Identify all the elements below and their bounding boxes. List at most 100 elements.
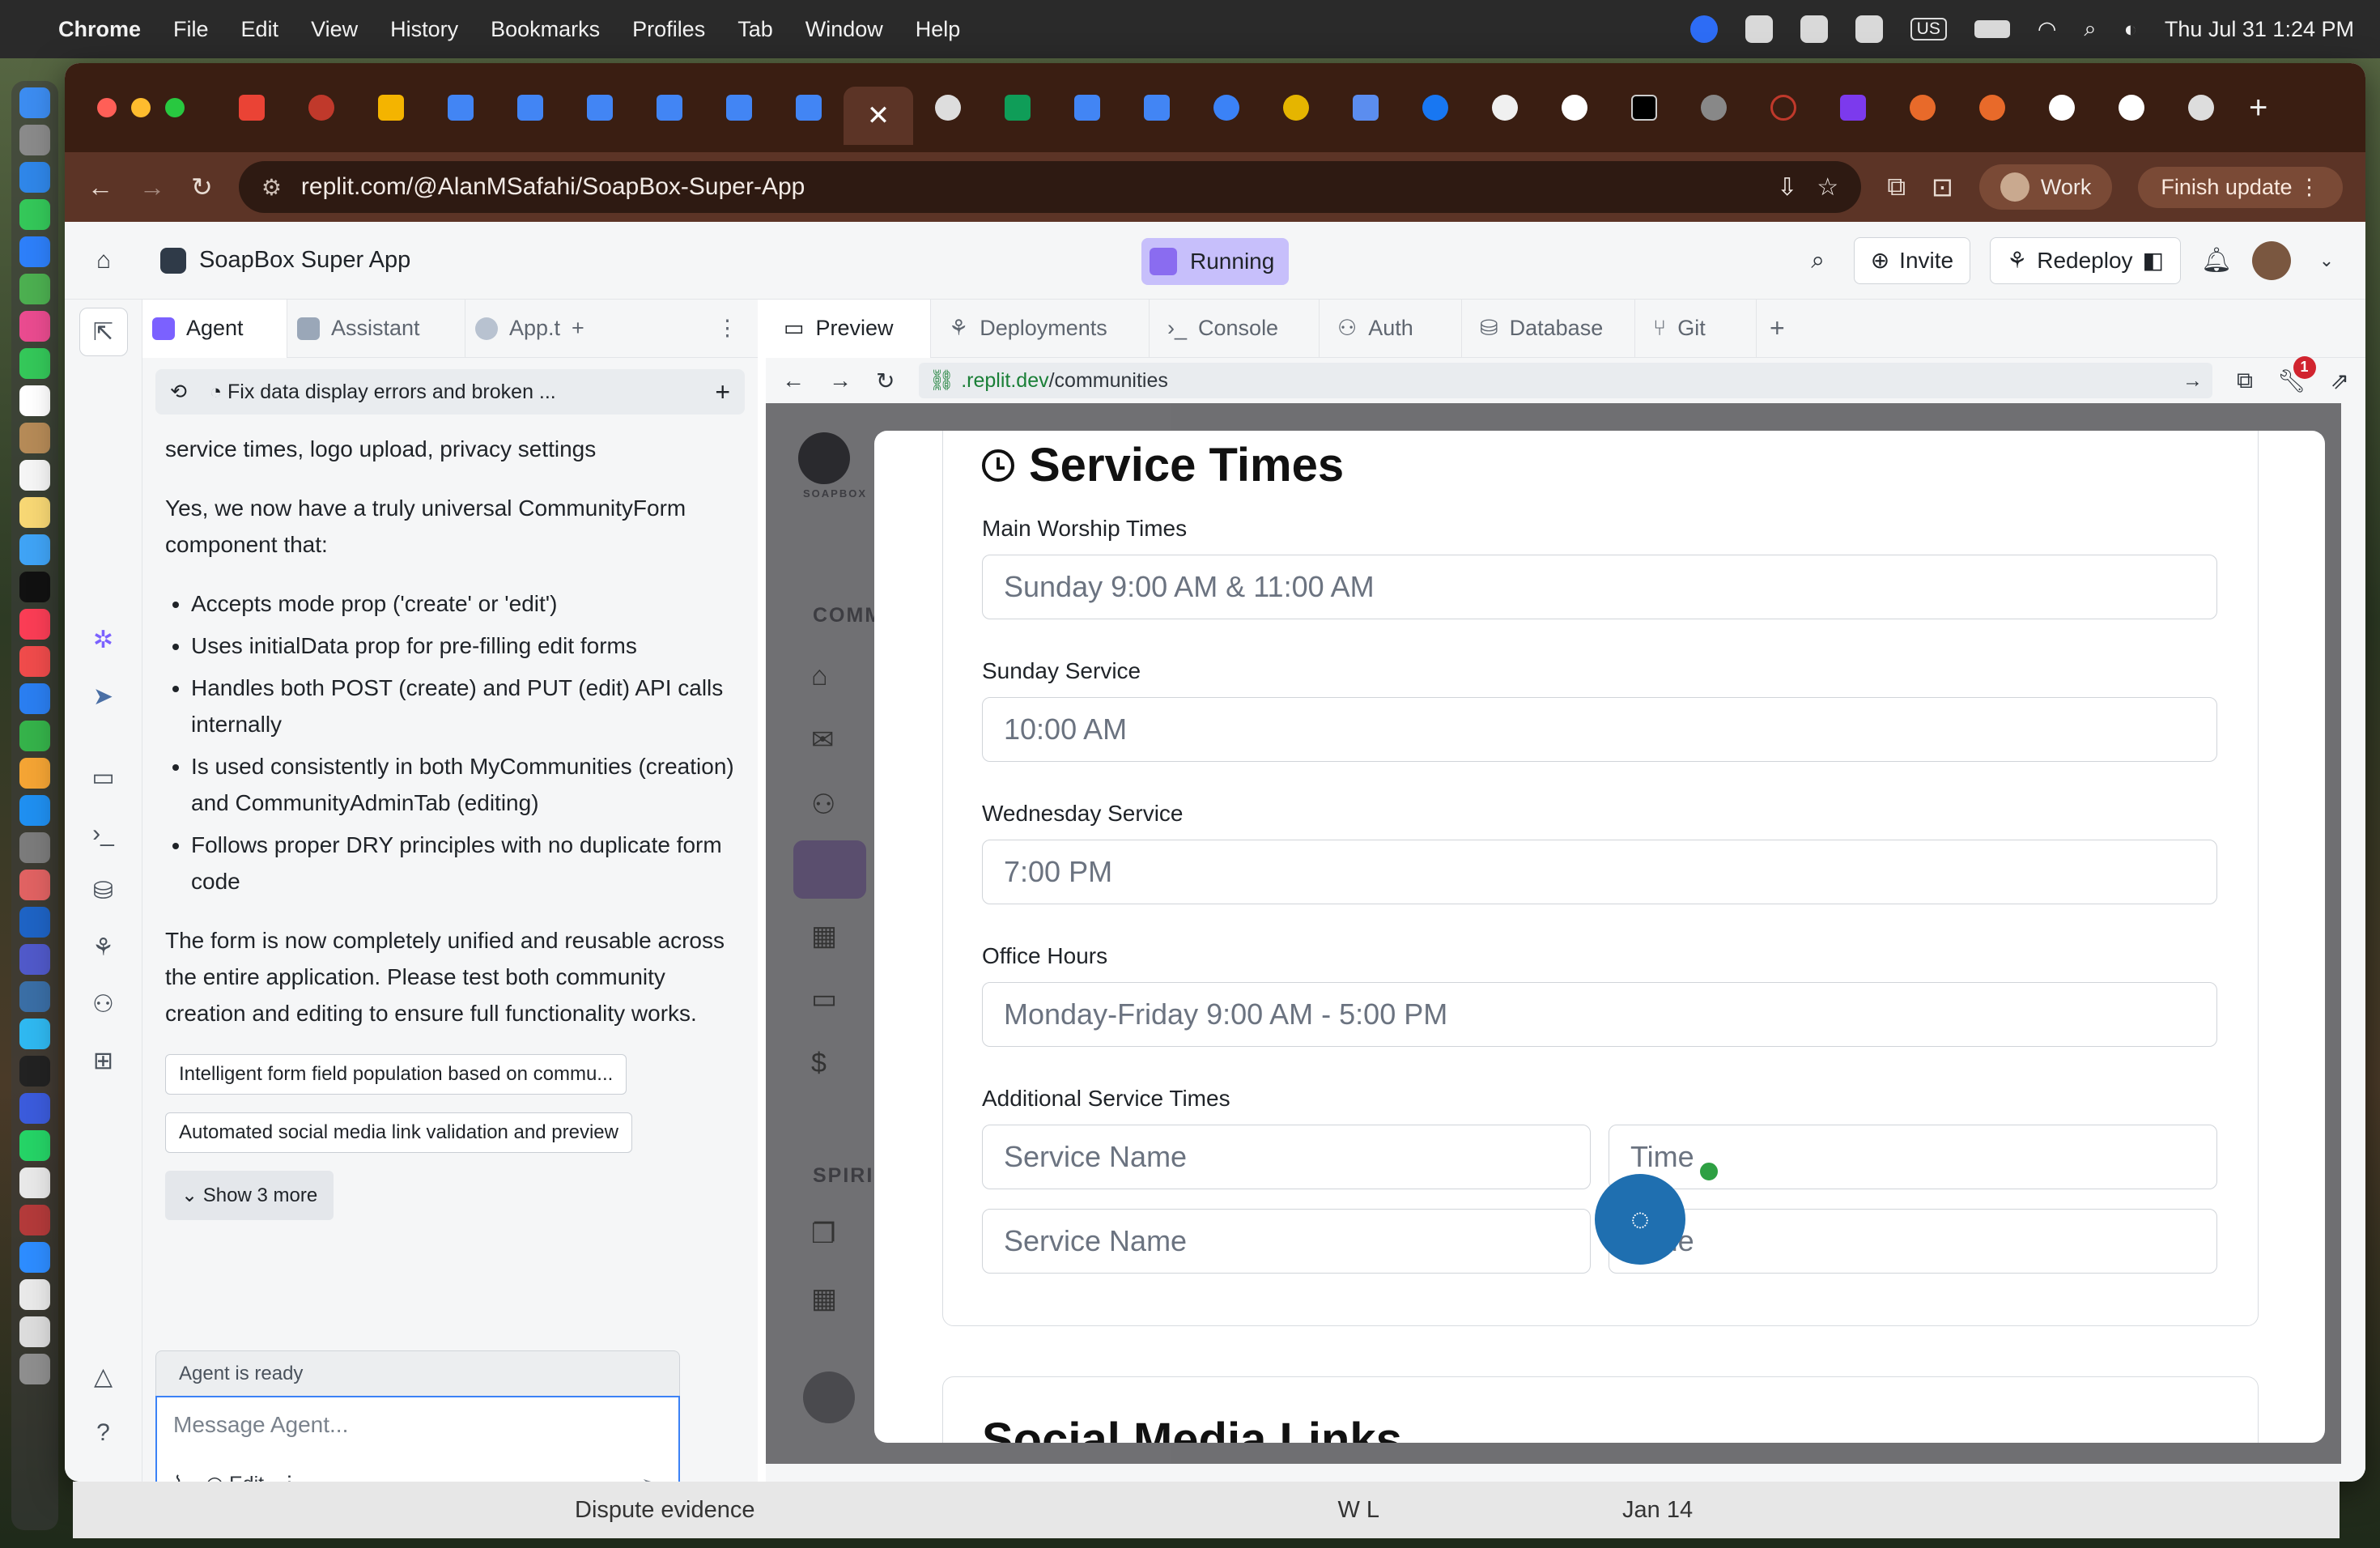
tab-console[interactable]: ›_ Console: [1150, 299, 1320, 358]
tab-search-icon[interactable]: ⊡: [1932, 172, 1953, 202]
tab-drive[interactable]: [356, 82, 426, 134]
chrome-dock-icon[interactable]: [19, 1167, 50, 1198]
tab-gmail[interactable]: [217, 82, 287, 134]
tab-c[interactable]: [1192, 82, 1261, 134]
zoom-window-button[interactable]: [165, 98, 185, 117]
service-name-input[interactable]: Service Name: [982, 1125, 1591, 1189]
close-tab-icon[interactable]: ✕: [867, 100, 890, 132]
menu-window[interactable]: Window: [805, 17, 883, 42]
tab-app-file[interactable]: App.t +: [465, 299, 618, 358]
tab-doc-4[interactable]: [635, 82, 704, 134]
tab-agent[interactable]: Agent: [142, 299, 287, 358]
message-input[interactable]: Message Agent... ⌇ ◎ Edit ⫶ ➢: [155, 1396, 680, 1482]
safari-icon[interactable]: [19, 162, 50, 193]
site-info-icon[interactable]: ⚙: [261, 174, 282, 201]
settings-sliders-icon[interactable]: ⫶: [287, 1473, 291, 1482]
add-tab-icon[interactable]: +: [572, 316, 584, 341]
preview-back-icon[interactable]: ←: [782, 368, 805, 393]
open-new-tab-icon[interactable]: ⇗: [2331, 368, 2349, 394]
calendar-icon[interactable]: [19, 385, 50, 416]
tab-d[interactable]: [1261, 82, 1331, 134]
edit-mode-button[interactable]: ◎ Edit: [206, 1472, 264, 1482]
contacts-icon[interactable]: [19, 423, 50, 453]
search-icon[interactable]: ⌕: [1802, 245, 1834, 277]
profile-chip[interactable]: Work: [1978, 164, 2113, 210]
address-bar[interactable]: ⚙ replit.com/@AlanMSafahi/SoapBox-Super-…: [238, 161, 1862, 213]
tab-doc-6[interactable]: [774, 82, 844, 134]
menu-edit[interactable]: Edit: [241, 17, 279, 42]
menu-view[interactable]: View: [311, 17, 358, 42]
control-center-icon[interactable]: ◐: [2124, 17, 2137, 42]
tab-google-2[interactable]: [2027, 82, 2097, 134]
chat-support-button[interactable]: ◌: [1595, 1174, 1685, 1265]
menu-bookmarks[interactable]: Bookmarks: [491, 17, 600, 42]
wednesday-service-input[interactable]: 7:00 PM: [982, 840, 2217, 904]
battery-icon[interactable]: [1974, 20, 2010, 38]
menu-history[interactable]: History: [390, 17, 458, 42]
history-icon[interactable]: ⟲: [170, 380, 187, 404]
tab-doc-5[interactable]: [704, 82, 774, 134]
launchpad-icon[interactable]: [19, 125, 50, 155]
pages-icon[interactable]: [19, 758, 50, 789]
zoom-dock-icon[interactable]: [19, 1242, 50, 1273]
wifi-icon[interactable]: ◠: [2038, 17, 2057, 42]
show-more-button[interactable]: ⌄ Show 3 more: [165, 1171, 334, 1220]
go-arrow-icon[interactable]: →: [2182, 369, 2203, 393]
extensions-icon[interactable]: ⧉: [1887, 172, 1906, 202]
tab-openai[interactable]: [913, 82, 983, 134]
tab-github[interactable]: [1470, 82, 1540, 134]
menu-app-name[interactable]: Chrome: [58, 17, 141, 42]
menu-help[interactable]: Help: [916, 17, 961, 42]
add-pane-icon[interactable]: +: [1770, 313, 1785, 343]
tab-doc-3[interactable]: [565, 82, 635, 134]
invite-button[interactable]: ⊕ Invite: [1853, 236, 1971, 284]
finish-update-button[interactable]: Finish update ⋮: [2138, 166, 2343, 208]
tab-b[interactable]: [287, 82, 356, 134]
database-rail-icon[interactable]: ⛁: [79, 866, 128, 915]
service-time-input[interactable]: Time: [1609, 1209, 2217, 1274]
devtools-icon[interactable]: 🔧︎ 1: [2277, 355, 2316, 394]
suggestion-chip[interactable]: Automated social media link validation a…: [165, 1112, 632, 1153]
auth-rail-icon[interactable]: ⚇: [79, 980, 128, 1028]
tab-git[interactable]: ⑂ Git: [1635, 299, 1757, 358]
install-app-icon[interactable]: ⇩: [1777, 173, 1797, 202]
tab-deployments[interactable]: ⚘ Deployments: [931, 299, 1150, 358]
back-icon[interactable]: ←: [87, 172, 113, 202]
status-icon-c[interactable]: [1855, 15, 1883, 43]
tab-active-replit[interactable]: ✕: [844, 87, 913, 145]
system-settings-icon[interactable]: [19, 832, 50, 863]
status-icon-a[interactable]: [1745, 15, 1773, 43]
app-icon-c[interactable]: [19, 1019, 50, 1049]
tab-doc-7[interactable]: [1052, 82, 1122, 134]
preview-doc-icon[interactable]: [19, 1279, 50, 1310]
mail-icon[interactable]: [19, 236, 50, 267]
dictionary-icon[interactable]: [19, 1205, 50, 1235]
clock-text[interactable]: Thu Jul 31 1:24 PM: [2165, 17, 2354, 42]
bookmark-star-icon[interactable]: ☆: [1817, 173, 1838, 202]
thread-title[interactable]: ◔ Fix data display errors and broken ...: [210, 381, 556, 404]
tab-google-3[interactable]: [2097, 82, 2166, 134]
tab-database[interactable]: ⛁ Database: [1462, 299, 1635, 358]
tv-icon[interactable]: [19, 572, 50, 602]
search-icon[interactable]: ⌕: [2084, 16, 2096, 42]
attach-icon[interactable]: ⌇: [173, 1472, 183, 1482]
new-thread-icon[interactable]: +: [715, 377, 730, 407]
menu-tab[interactable]: Tab: [737, 17, 773, 42]
app-store-icon[interactable]: [19, 795, 50, 826]
alerts-rail-icon[interactable]: △: [79, 1352, 128, 1401]
tab-preview[interactable]: ▭ Preview: [766, 299, 931, 358]
maps-icon[interactable]: [19, 274, 50, 304]
teams-icon[interactable]: [19, 944, 50, 975]
all-tools-icon[interactable]: ⊞: [79, 1036, 128, 1085]
devices-icon[interactable]: ⧉: [2237, 368, 2253, 394]
collapse-panel-icon[interactable]: ⇱: [79, 308, 128, 356]
office-hours-input[interactable]: Monday-Friday 9:00 AM - 5:00 PM: [982, 982, 2217, 1047]
send-icon[interactable]: ➢: [640, 1469, 662, 1482]
music-icon[interactable]: [19, 609, 50, 640]
finder-icon[interactable]: [19, 87, 50, 118]
address-url[interactable]: replit.com/@AlanMSafahi/SoapBox-Super-Ap…: [301, 173, 1757, 201]
menu-file[interactable]: File: [173, 17, 209, 42]
new-tab-button[interactable]: +: [2249, 90, 2267, 126]
tab-doc-1[interactable]: [426, 82, 495, 134]
home-icon[interactable]: ⌂: [87, 245, 120, 277]
